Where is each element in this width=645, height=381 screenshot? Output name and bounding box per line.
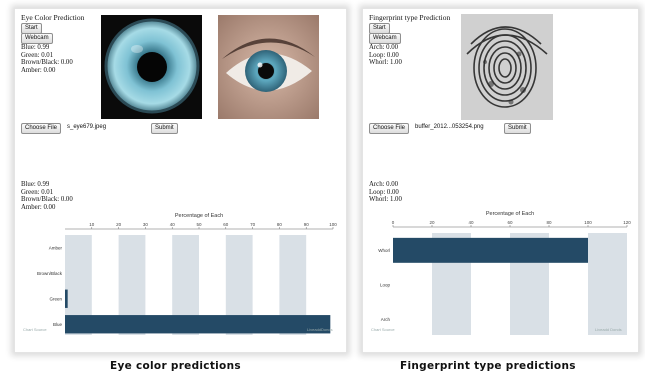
- fingerprint-prediction-loop: Loop: 0.00: [369, 51, 399, 59]
- fingerprint-page-title: Fingerprint type Prediction: [369, 13, 451, 22]
- fingerprint-prediction-whorl: Whorl: 1.00: [369, 59, 402, 67]
- fingerprint-category-label: Arch: [381, 317, 391, 322]
- fingerprint-x-tick-label: 40: [468, 220, 474, 225]
- eye-webcam-button[interactable]: Webcam: [21, 33, 53, 44]
- eye-prediction-brown-black: Brown/Black: 0.00: [21, 59, 73, 67]
- eye-x-tick-label: 50: [196, 222, 202, 227]
- eye-summary-green: Green: 0.01: [21, 188, 54, 196]
- fingerprint-selected-file-name: buffer_2012...053254.png: [415, 124, 484, 130]
- fingerprint-summary-loop: Loop: 0.00: [369, 188, 399, 196]
- fingerprint-prediction-arch: Arch: 0.00: [369, 44, 399, 51]
- fingerprint-x-tick-label: 0: [392, 220, 395, 225]
- fingerprint-grid-band: [588, 233, 627, 335]
- eye-x-tick-label: 30: [143, 222, 149, 227]
- fingerprint-category-label: Loop: [380, 283, 391, 288]
- eye-x-tick-label: 10: [89, 222, 95, 227]
- eye-percentage-chart: Percentage of Each 10 20 30 40 50 60 70 80 90 100 A…: [37, 213, 337, 335]
- eye-full-photo-image: [218, 15, 319, 119]
- fingerprint-scan-image: [461, 14, 553, 120]
- eye-color-panel: Eye Color Prediction Start Webcam Blue: …: [14, 8, 347, 353]
- fingerprint-chart-title: Percentage of Each: [486, 211, 534, 217]
- eye-x-tick-label: 90: [304, 222, 310, 227]
- fingerprint-panel: Fingerprint type Prediction Start Webcam…: [362, 8, 639, 353]
- eye-bar-green: [65, 289, 68, 308]
- fingerprint-x-tick-label: 100: [584, 220, 592, 225]
- fingerprint-chart-footer-left: Chart Source: [371, 327, 395, 332]
- eye-page-title: Eye Color Prediction: [21, 13, 85, 22]
- eye-x-tick-label: 100: [329, 222, 337, 227]
- eye-prediction-amber: Amber: 0.00: [21, 66, 56, 74]
- eye-x-tick-label: 20: [116, 222, 122, 227]
- eye-summary-brown-black: Brown/Black: 0.00: [21, 196, 73, 204]
- eye-summary-blue: Blue: 0.99: [21, 181, 50, 188]
- fingerprint-summary-arch: Arch: 0.00: [369, 181, 399, 188]
- fingerprint-submit-button[interactable]: Submit: [504, 123, 531, 134]
- eye-color-caption: Eye color predictions: [110, 360, 241, 372]
- eye-x-tick-label: 60: [223, 222, 229, 227]
- eye-prediction-list: Blue: 0.99 Green: 0.01 Brown/Black: 0.00…: [21, 44, 73, 74]
- eye-submit-button[interactable]: Submit: [151, 123, 178, 134]
- eye-x-tick-label: 70: [250, 222, 256, 227]
- fingerprint-prediction-list: Arch: 0.00 Loop: 0.00 Whorl: 1.00: [369, 44, 402, 67]
- fingerprint-x-tick-label: 60: [507, 220, 513, 225]
- eye-iris-closeup-image: [101, 15, 202, 119]
- fingerprint-x-tick-label: 20: [429, 220, 435, 225]
- fingerprint-choose-file-button[interactable]: Choose File: [369, 123, 410, 134]
- eye-category-label: Blue: [53, 322, 63, 327]
- eye-prediction-green: Green: 0.01: [21, 51, 54, 59]
- eye-x-tick-label: 80: [277, 222, 283, 227]
- fingerprint-percentage-chart: Percentage of Each 0 20 40 60 80 100 120 Whorl Lo…: [378, 211, 631, 335]
- fingerprint-category-label: Whorl: [378, 248, 390, 253]
- fingerprint-chart-footer-right: Liveadd Donds: [595, 327, 622, 332]
- eye-chart-footer-right: LiveaddDonds: [307, 327, 333, 332]
- fingerprint-bar-whorl: [393, 237, 588, 263]
- fingerprint-summary-list: Arch: 0.00 Loop: 0.00 Whorl: 1.00: [369, 181, 402, 204]
- fingerprint-caption: Fingerprint type predictions: [400, 360, 576, 372]
- eye-chart-title: Percentage of Each: [175, 213, 223, 219]
- eye-prediction-blue: Blue: 0.99: [21, 44, 50, 51]
- fingerprint-x-tick-label: 120: [623, 220, 631, 225]
- eye-chart-footer-left: Chart Source: [23, 327, 47, 332]
- eye-category-label: Green: [49, 296, 62, 301]
- fingerprint-x-tick-label: 80: [546, 220, 552, 225]
- fingerprint-webcam-button[interactable]: Webcam: [369, 33, 401, 44]
- eye-x-tick-label: 40: [170, 222, 176, 227]
- eye-bar-blue: [65, 315, 331, 334]
- eye-choose-file-button[interactable]: Choose File: [21, 123, 62, 134]
- eye-selected-file-name: s_eye679.jpeg: [67, 124, 107, 130]
- eye-category-label: Brown/Black: [37, 271, 63, 276]
- eye-category-label: Amber: [49, 245, 63, 250]
